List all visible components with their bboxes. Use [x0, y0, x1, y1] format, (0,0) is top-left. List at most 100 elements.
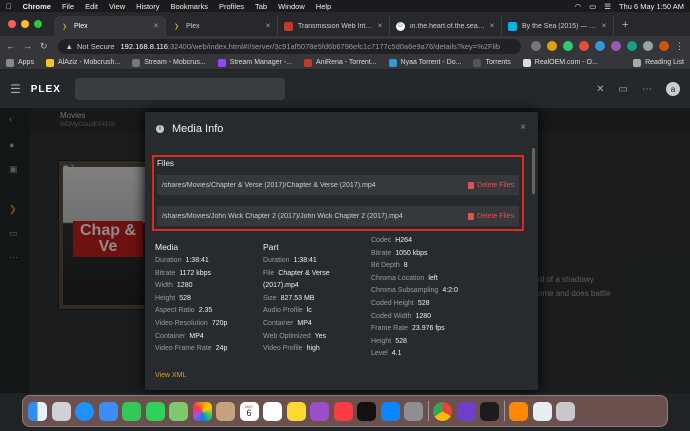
- prop-value: high: [306, 345, 320, 353]
- prop-label: Height: [371, 337, 392, 345]
- menu-edit[interactable]: Edit: [85, 2, 98, 11]
- grammarly-icon[interactable]: [563, 41, 573, 51]
- extension-blue-icon[interactable]: [595, 41, 605, 51]
- bookmark-realoem[interactable]: RealOEM.com - O...: [522, 58, 598, 67]
- prop-value: 1172 kbps: [179, 269, 212, 277]
- avatar[interactable]: a: [666, 82, 680, 96]
- address-bar[interactable]: ▲ Not Secure 192.168.8.116 :32400/web/in…: [57, 38, 521, 54]
- hamburger-menu-icon[interactable]: ☰: [10, 82, 21, 96]
- delete-files-button[interactable]: Delete Files: [468, 212, 514, 220]
- bookmark-stream-mobcrush[interactable]: Stream - Mobcrus...: [132, 58, 206, 67]
- notes-icon[interactable]: [286, 401, 306, 421]
- vlc-icon[interactable]: [509, 401, 528, 421]
- media-row-width: Width 1280: [155, 280, 227, 293]
- star-icon[interactable]: [547, 41, 557, 51]
- puzzle-icon[interactable]: [643, 41, 653, 51]
- github-desktop-icon[interactable]: [456, 401, 476, 421]
- close-window-button[interactable]: [8, 20, 16, 28]
- close-tab-icon[interactable]: ✕: [377, 22, 383, 30]
- tab-tmdb[interactable]: By the Sea (2015) — The M ✕: [502, 16, 614, 36]
- contacts-icon[interactable]: [216, 401, 235, 421]
- control-center-icon[interactable]: ☰: [604, 2, 611, 11]
- preview-icon[interactable]: [532, 401, 552, 421]
- cast-icon[interactable]: ▭: [619, 84, 628, 95]
- finder-icon[interactable]: [28, 401, 47, 421]
- menu-tab[interactable]: Tab: [255, 2, 267, 11]
- share-icon[interactable]: [531, 41, 541, 51]
- menu-window[interactable]: Window: [278, 2, 305, 11]
- tab-plex[interactable]: ❯ Plex ✕: [166, 16, 278, 36]
- bookmark-stream-manager[interactable]: Stream Manager -...: [217, 58, 292, 67]
- reminders-icon[interactable]: [263, 401, 282, 421]
- menu-file[interactable]: File: [62, 2, 74, 11]
- delete-files-button[interactable]: Delete Files: [468, 181, 514, 189]
- close-tab-icon[interactable]: ✕: [601, 22, 607, 30]
- bookmark-mobcrush[interactable]: AlAziz - Mobcrush...: [45, 58, 120, 67]
- photos-icon[interactable]: [192, 401, 212, 421]
- tab-transmission[interactable]: Transmission Web Interface ✕: [278, 16, 390, 36]
- new-tab-button[interactable]: +: [622, 19, 628, 31]
- messages-icon[interactable]: [145, 401, 165, 421]
- battery-icon[interactable]: ▭: [589, 2, 596, 11]
- zoom-window-button[interactable]: [34, 20, 42, 28]
- wifi-icon[interactable]: ◠: [575, 2, 582, 11]
- menu-view[interactable]: View: [109, 2, 125, 11]
- close-tab-icon[interactable]: ✕: [489, 22, 495, 30]
- menu-history[interactable]: History: [136, 2, 159, 11]
- calendar-icon[interactable]: MAY 6: [239, 401, 259, 421]
- more-icon[interactable]: ⋯: [642, 84, 652, 95]
- extension-purple-icon[interactable]: [611, 41, 621, 51]
- bookmark-label: RealOEM.com - O...: [534, 59, 598, 66]
- chrome-icon[interactable]: [433, 401, 452, 421]
- system-preferences-icon[interactable]: [404, 401, 423, 421]
- maps-icon[interactable]: [169, 401, 188, 421]
- file-path: /shares/Movies/Chapter & Verse (2017)/Ch…: [162, 181, 376, 189]
- music-icon[interactable]: [333, 401, 353, 421]
- profile-avatar-icon[interactable]: [659, 41, 669, 51]
- codec-row-codec: Codec H264: [371, 235, 458, 248]
- menu-profiles[interactable]: Profiles: [219, 2, 244, 11]
- terminal-icon[interactable]: [480, 401, 499, 421]
- back-arrow-icon[interactable]: ←: [6, 41, 15, 51]
- apple-icon[interactable]: : [6, 2, 12, 11]
- bookmark-torrents-folder[interactable]: Torrents: [473, 58, 511, 67]
- page-icon: [132, 58, 141, 67]
- close-icon[interactable]: ×: [520, 122, 526, 133]
- trash-icon[interactable]: [556, 401, 575, 421]
- kebab-menu-icon[interactable]: ⋮: [675, 41, 684, 52]
- forward-arrow-icon[interactable]: →: [23, 41, 32, 51]
- podcasts-icon[interactable]: [310, 401, 329, 421]
- bookmark-anirena[interactable]: AniRena - Torrent...: [303, 58, 377, 67]
- menubar-clock[interactable]: Thu 6 May 1:50 AM: [619, 2, 684, 11]
- search-input[interactable]: [74, 78, 285, 100]
- menu-help[interactable]: Help: [316, 2, 331, 11]
- tab-google-search[interactable]: G in.the.heart.of.the.sea.201 ✕: [390, 16, 502, 36]
- wrench-icon[interactable]: ✕: [596, 84, 604, 95]
- not-secure-label[interactable]: Not Secure: [77, 42, 115, 51]
- browser-tab-bar: ❯ Plex ✕ ❯ Plex ✕ Transmission Web Inter…: [0, 12, 690, 36]
- plex-logo[interactable]: PLEX: [31, 84, 61, 95]
- bookmark-nyaa[interactable]: Nyaa Torrent - Do...: [388, 58, 461, 67]
- reload-icon[interactable]: ↻: [40, 41, 48, 52]
- bookmark-apps[interactable]: Apps: [6, 58, 34, 67]
- media-heading: Media: [155, 242, 179, 252]
- tab-plex-active[interactable]: ❯ Plex ✕: [54, 16, 166, 36]
- menu-bookmarks[interactable]: Bookmarks: [170, 2, 208, 11]
- mail-icon[interactable]: [98, 401, 118, 421]
- reading-list[interactable]: Reading List: [633, 58, 684, 67]
- safari-icon[interactable]: [75, 401, 94, 421]
- modal-scrollbar[interactable]: [532, 148, 535, 194]
- minimize-window-button[interactable]: [21, 20, 29, 28]
- facetime-icon[interactable]: [122, 401, 141, 421]
- extension-green-icon[interactable]: [627, 41, 637, 51]
- menu-app-name[interactable]: Chrome: [23, 2, 51, 11]
- app-store-icon[interactable]: [380, 401, 400, 421]
- extension-red-icon[interactable]: [579, 41, 589, 51]
- close-tab-icon[interactable]: ✕: [265, 22, 271, 30]
- view-xml-link[interactable]: View XML: [155, 372, 186, 379]
- warning-icon[interactable]: ▲: [66, 42, 73, 51]
- prop-label: Duration: [155, 257, 182, 264]
- apple-tv-icon[interactable]: [357, 401, 376, 421]
- launchpad-icon[interactable]: [51, 401, 71, 421]
- close-tab-icon[interactable]: ✕: [153, 22, 159, 30]
